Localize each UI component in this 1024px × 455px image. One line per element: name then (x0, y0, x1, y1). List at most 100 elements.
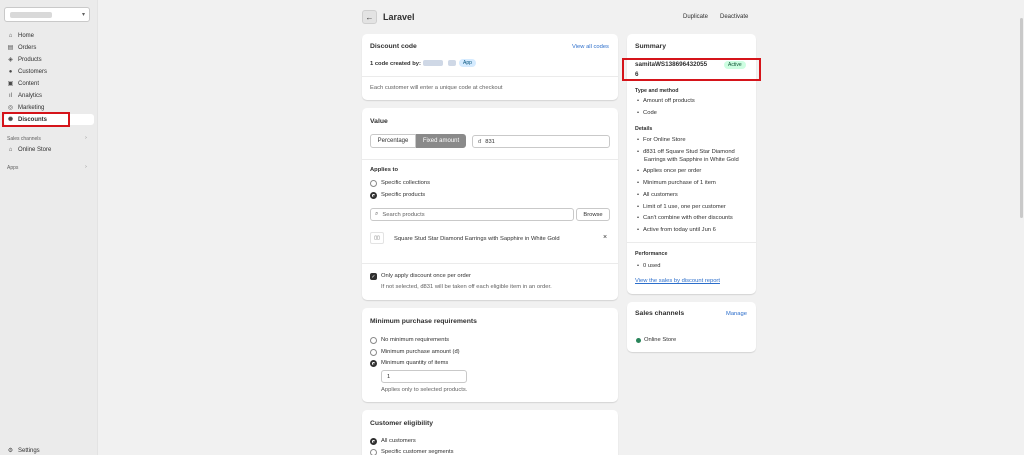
search-placeholder: Search products (382, 211, 425, 218)
once-per-order-checkbox[interactable]: ✓ (370, 273, 377, 280)
minimum-quantity-label: Minimum quantity of items (381, 360, 449, 366)
sidebar-item-home[interactable]: ⌂ Home (4, 30, 94, 41)
store-icon: ⌂ (8, 146, 13, 153)
type-method-heading: Type and method (635, 88, 679, 94)
page-title: Laravel (383, 12, 415, 22)
orders-icon: ▤ (7, 45, 14, 51)
sidebar-item-products[interactable]: ◈ Products (4, 54, 94, 65)
value-card: Value Percentage Fixed amount đ 831 Appl… (362, 108, 618, 300)
sidebar-item-settings[interactable]: ⚙ Settings (4, 445, 94, 455)
details-heading: Details (635, 126, 653, 132)
customer-eligibility-card: Customer eligibility All customers Speci… (362, 410, 618, 455)
sales-report-link[interactable]: View the sales by discount report (635, 278, 720, 284)
specific-collections-label: Specific collections (381, 180, 430, 186)
minimum-quantity-input[interactable]: 1 (381, 370, 467, 383)
chevron-down-icon: ▾ (81, 12, 85, 18)
card-title: Minimum purchase requirements (370, 318, 477, 325)
divider (362, 263, 618, 264)
sidebar-item-customers[interactable]: ● Customers (4, 66, 94, 77)
manage-link[interactable]: Manage (726, 311, 747, 317)
once-per-order-help: If not selected, đ831 will be taken off … (381, 284, 552, 290)
specific-segments-label: Specific customer segments (381, 449, 454, 455)
divider (362, 76, 618, 77)
chevron-right-icon[interactable]: › (85, 135, 87, 141)
page-scrollbar[interactable] (1019, 0, 1024, 455)
unique-code-note: Each customer will enter a unique code a… (370, 85, 503, 91)
app-badge: App (459, 59, 476, 67)
gear-icon: ⚙ (7, 448, 14, 454)
person-icon: ● (8, 68, 13, 75)
summary-bullet: 0 used (637, 263, 660, 269)
deactivate-button[interactable]: Deactivate (720, 14, 748, 20)
summary-bullet: Can't combine with other discounts (637, 215, 733, 221)
all-customers-label: All customers (381, 438, 416, 444)
specific-products-radio[interactable] (370, 192, 377, 199)
percentage-toggle[interactable]: Percentage (370, 134, 416, 148)
store-name-redacted (10, 12, 52, 18)
summary-bullet: Limit of 1 use, one per customer (637, 204, 726, 210)
card-title: Customer eligibility (370, 420, 434, 427)
fixed-amount-toggle[interactable]: Fixed amount (416, 134, 466, 148)
performance-heading: Performance (635, 251, 668, 257)
home-icon: ⌂ (8, 32, 13, 39)
summary-bullet: Amount off products (637, 98, 695, 104)
summary-bullet-wrap: Earrings with Sapphire in White Gold (644, 157, 739, 163)
discounts-highlight-box (2, 112, 70, 127)
browse-button[interactable]: Browse (576, 208, 610, 221)
store-selector[interactable]: ▾ (4, 7, 90, 22)
channel-name: Online Store (644, 337, 677, 343)
view-all-codes-link[interactable]: View all codes (572, 44, 609, 50)
remove-product-icon[interactable]: × (603, 234, 607, 241)
card-title: Discount code (370, 43, 417, 50)
product-thumbnail: ▯▯ (370, 232, 384, 244)
tag-icon: ◈ (8, 57, 13, 63)
search-products-input[interactable]: ⌕ Search products (370, 208, 574, 221)
status-dot-icon (636, 338, 641, 343)
sales-channels-label: Sales channels (7, 136, 41, 142)
amount-input[interactable]: đ 831 (472, 135, 610, 148)
created-by-label: 1 code created by: (370, 61, 421, 67)
app-logo-redacted (448, 60, 456, 66)
summary-bullet: For Online Store (637, 137, 686, 143)
no-minimum-radio[interactable] (370, 337, 377, 344)
summary-bullet: Active from today until Jun 6 (637, 227, 716, 233)
amount-value: 831 (485, 138, 495, 145)
sidebar-item-analytics[interactable]: ıl Analytics (4, 90, 94, 101)
sidebar-item-label: Settings (18, 447, 40, 454)
no-minimum-label: No minimum requirements (381, 337, 449, 343)
card-title: Sales channels (635, 310, 685, 317)
divider (362, 159, 618, 160)
sidebar-item-content[interactable]: ▣ Content (4, 78, 94, 89)
specific-products-label: Specific products (381, 192, 426, 198)
content-icon: ▣ (7, 81, 14, 87)
sidebar-item-label: Orders (18, 44, 37, 51)
summary-bullet: Minimum purchase of 1 item (637, 180, 716, 186)
sidebar-item-label: Online Store (18, 146, 52, 153)
sidebar-item-label: Content (18, 80, 40, 87)
once-per-order-label: Only apply discount once per order (381, 273, 471, 279)
chart-icon: ıl (9, 92, 12, 99)
summary-bullet: Code (637, 110, 657, 116)
sidebar-item-label: Marketing (18, 104, 45, 111)
search-icon: ⌕ (375, 211, 379, 217)
apps-label: Apps (7, 165, 19, 171)
card-title: Summary (635, 43, 666, 50)
minimum-amount-radio[interactable] (370, 349, 377, 356)
product-name: Square Stud Star Diamond Earrings with S… (394, 236, 560, 242)
specific-collections-radio[interactable] (370, 180, 377, 187)
specific-segments-radio[interactable] (370, 449, 377, 455)
sidebar: ▾ ⌂ Home ▤ Orders ◈ Products ● Customers ▣ Co… (0, 0, 98, 455)
duplicate-button[interactable]: Duplicate (683, 14, 708, 20)
minimum-quantity-radio[interactable] (370, 360, 377, 367)
minimum-quantity-help: Applies only to selected products. (381, 387, 468, 393)
back-button[interactable]: ← (362, 10, 377, 24)
discount-code-card: Discount code View all codes 1 code crea… (362, 34, 618, 100)
chevron-right-icon[interactable]: › (85, 164, 87, 170)
card-title: Value (370, 118, 388, 125)
sales-channels-card: Sales channels Manage Online Store (627, 302, 756, 352)
summary-bullet: Applies once per order (637, 168, 701, 174)
all-customers-radio[interactable] (370, 438, 377, 445)
sidebar-item-online-store[interactable]: ⌂ Online Store (4, 144, 94, 155)
sidebar-item-orders[interactable]: ▤ Orders (4, 42, 94, 53)
code-highlight-box (622, 58, 761, 81)
